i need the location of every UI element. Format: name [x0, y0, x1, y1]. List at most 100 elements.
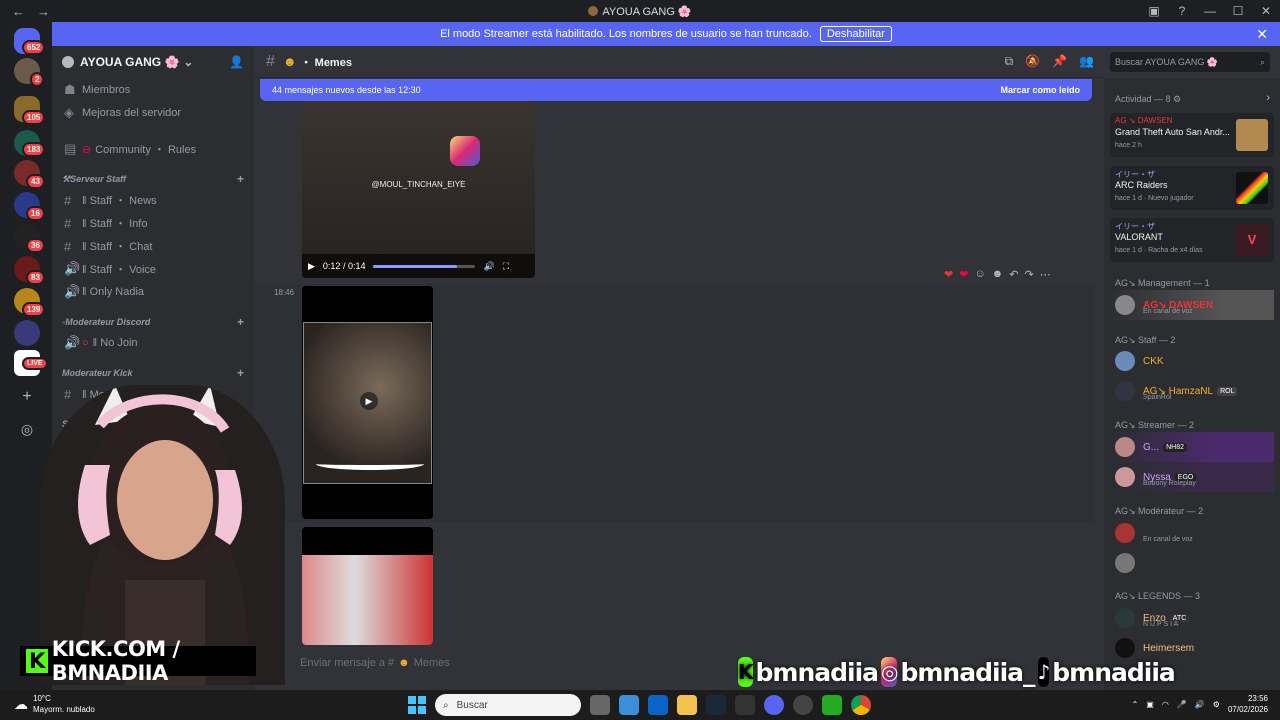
file-explorer-icon[interactable]	[677, 695, 697, 715]
red-circle-icon: ○	[82, 337, 89, 349]
add-channel-icon[interactable]: +	[237, 172, 244, 186]
close-icon[interactable]: ✕	[1256, 26, 1268, 43]
role-group-header: AG↘ Modérateur — 2	[1115, 506, 1204, 516]
volume-icon[interactable]: 🔊	[483, 261, 494, 272]
channel-no-join[interactable]: 🔊 ○ ǁ No Join	[52, 332, 254, 354]
category-serveur-staff[interactable]: ⚒ Serveur Staff +	[52, 170, 254, 188]
category-moderateur-kick[interactable]: Moderateur Kick +	[52, 364, 254, 382]
forward-icon[interactable]: ↷	[1024, 268, 1033, 281]
member-item[interactable]: AG↘ DAWSEN En canal de voz	[1110, 290, 1274, 320]
member-item[interactable]: CKK	[1110, 346, 1274, 376]
add-reaction-icon[interactable]: ☻	[992, 268, 1004, 281]
pin-icon[interactable]: 📌	[1052, 54, 1067, 69]
channel-staff-news[interactable]: # ǁ Staff ・ News	[52, 189, 254, 211]
badge: 183	[22, 142, 46, 157]
taskbar-search[interactable]: ⌕ Buscar	[435, 694, 581, 716]
search-input[interactable]: Buscar AYOUA GANG 🌸 ⌕	[1110, 52, 1270, 72]
channel-only-nadia[interactable]: 🔊 ǁ Only Nadia	[52, 281, 254, 303]
activity-card[interactable]: イリー・ザ VALORANT hace 1 d · Racha de x4 dí…	[1110, 218, 1274, 262]
avatar	[1115, 523, 1135, 543]
member-item[interactable]: G... NH82	[1110, 432, 1274, 462]
outlook-icon[interactable]	[648, 695, 668, 715]
category-moderateur-discord[interactable]: ◦ Moderateur Discord +	[52, 313, 254, 331]
app-tray-icon[interactable]: ▣	[1146, 700, 1154, 709]
mute-icon[interactable]: 🔕	[1025, 54, 1040, 69]
channel-community-rules[interactable]: ▤ ⊖ Community ・ Rules	[52, 138, 254, 160]
streamer-mode-banner: El modo Streamer está habilitado. Los no…	[52, 22, 1280, 46]
play-icon[interactable]: ▶	[360, 392, 378, 410]
volume-icon[interactable]: 🔊	[1195, 700, 1205, 709]
member-item[interactable]: En canal de voz	[1110, 518, 1274, 548]
channel-staff-voice[interactable]: 🔊 ǁ Staff ・ Voice	[52, 258, 254, 280]
close-window-button[interactable]: ✕	[1252, 4, 1280, 18]
start-button[interactable]	[408, 696, 426, 714]
inbox-icon[interactable]: ▣	[1140, 4, 1168, 18]
more-icon[interactable]: ⋯	[1040, 268, 1051, 281]
wifi-icon[interactable]: ◠	[1162, 700, 1169, 709]
reply-icon[interactable]: ↶	[1009, 268, 1018, 281]
forward-arrow-icon[interactable]: →	[37, 4, 50, 19]
chevron-right-icon[interactable]: ›	[1266, 92, 1270, 104]
server-icon[interactable]	[14, 320, 40, 346]
member-list: Actividad — 8 ⚙ › AG ↘ DAWSEN Grand Thef…	[1104, 78, 1280, 690]
play-icon[interactable]: ▶	[308, 261, 315, 272]
badge: 139	[22, 302, 46, 317]
hash-icon: #	[64, 215, 72, 231]
video-progress[interactable]	[373, 264, 476, 268]
server-header[interactable]: AYOUA GANG 🌸 ⌄ 👤	[52, 46, 254, 78]
mark-as-read-button[interactable]: Marcar como leído	[1000, 85, 1080, 95]
minimize-button[interactable]: —	[1196, 4, 1224, 18]
back-arrow-icon[interactable]: ←	[12, 4, 25, 19]
member-item[interactable]: Nyssa EGO Bobony Roleplay	[1110, 462, 1274, 492]
server-boosts-item[interactable]: ◈ Mejoras del servidor	[52, 102, 254, 124]
member-item[interactable]	[1110, 548, 1274, 578]
store-icon[interactable]	[619, 695, 639, 715]
heart-reaction-icon[interactable]: ❤	[959, 268, 968, 281]
instagram-icon	[450, 136, 480, 166]
activity-card[interactable]: AG ↘ DAWSEN Grand Theft Auto San Andr...…	[1110, 113, 1274, 157]
avatar	[1115, 553, 1135, 573]
heart-reaction-icon[interactable]: ❤	[944, 268, 953, 281]
maximize-button[interactable]: ☐	[1224, 4, 1252, 18]
chrome-icon[interactable]	[851, 695, 871, 715]
members-item[interactable]: ☗ Miembros	[52, 79, 254, 101]
clock[interactable]: 23:56 07/02/2026	[1228, 693, 1268, 715]
steam-icon[interactable]	[706, 695, 726, 715]
discover-icon[interactable]: ◎	[14, 416, 40, 442]
threads-icon[interactable]: ⧉	[1005, 54, 1014, 69]
member-item[interactable]: AG↘ HamzaNL ROL SpainRol	[1110, 376, 1274, 406]
app-icon[interactable]	[822, 695, 842, 715]
reaction-avatar-icon[interactable]: ☺	[974, 268, 985, 281]
add-channel-icon[interactable]: +	[237, 315, 244, 329]
task-view-icon[interactable]	[590, 695, 610, 715]
app-icon[interactable]	[793, 695, 813, 715]
new-messages-bar[interactable]: 44 mensajes nuevos desde las 12:30 Marca…	[260, 79, 1092, 101]
help-icon[interactable]: ?	[1168, 4, 1196, 18]
discord-icon[interactable]	[764, 695, 784, 715]
add-channel-icon[interactable]: +	[237, 366, 244, 380]
invite-icon[interactable]: 👤	[229, 55, 244, 69]
channel-staff-info[interactable]: # ǁ Staff ・ Info	[52, 212, 254, 234]
settings-icon[interactable]: ⚙	[1213, 700, 1220, 709]
avatar	[1115, 437, 1135, 457]
app-icon[interactable]	[735, 695, 755, 715]
hash-icon: #	[266, 52, 275, 70]
member-item[interactable]: Enzo ATC N U P S I A	[1110, 603, 1274, 633]
video-player[interactable]: @MOUL_TINCHAN_EIYE ▶ 0:12 / 0:14 🔊 ⛶	[302, 101, 535, 278]
add-server-icon[interactable]: +	[14, 384, 40, 410]
member-list-icon[interactable]: 👥	[1079, 54, 1094, 69]
microphone-icon[interactable]: 🎤	[1177, 700, 1187, 709]
channel-staff-chat[interactable]: # ǁ Staff ・ Chat	[52, 235, 254, 257]
activity-card[interactable]: イリー・ザ ARC Raiders hace 1 d · Nuevo jugad…	[1110, 166, 1274, 210]
fullscreen-icon[interactable]: ⛶	[503, 261, 509, 272]
disable-streamer-mode-button[interactable]: Deshabilitar	[819, 26, 892, 42]
video-thumbnail[interactable]	[302, 527, 433, 645]
chevron-up-icon[interactable]: ⌃	[1132, 700, 1139, 709]
speaker-icon: 🔊	[64, 284, 81, 299]
windows-taskbar: ☁ 10°C Mayorm. nublado ⌕ Buscar ⌃ ▣ ◠ 🎤 🔊 …	[0, 690, 1280, 720]
video-thumbnail[interactable]: ▶	[302, 286, 433, 519]
avatar	[1115, 295, 1135, 315]
role-group-header: AG↘ LEGENDS — 3	[1115, 591, 1201, 601]
gear-icon[interactable]: ⚙	[1173, 94, 1181, 104]
weather-widget[interactable]: ☁ 10°C Mayorm. nublado	[14, 693, 95, 715]
